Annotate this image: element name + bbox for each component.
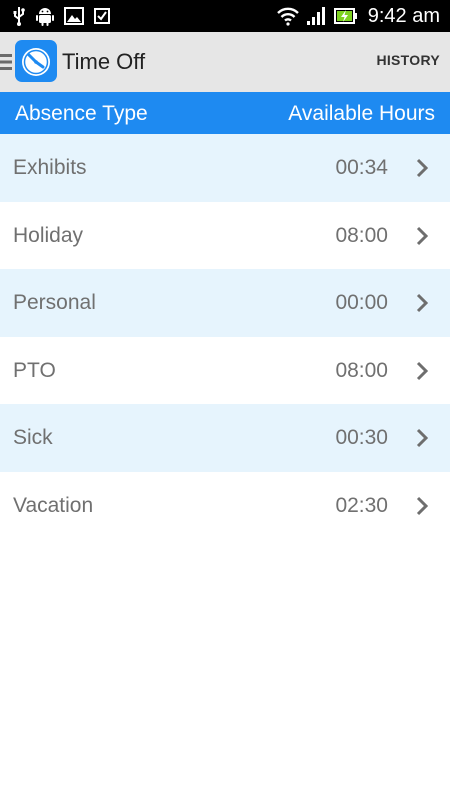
action-bar: Time Off HISTORY: [0, 32, 450, 92]
wifi-icon: [276, 7, 299, 26]
list-item[interactable]: Vacation 02:30: [0, 471, 450, 539]
image-icon: [64, 7, 84, 25]
usb-icon: [13, 7, 25, 26]
available-hours-value: 08:00: [335, 223, 388, 247]
absence-type-name: Vacation: [13, 493, 94, 517]
list-item[interactable]: Personal 00:00: [0, 269, 450, 337]
available-hours-value: 00:30: [335, 426, 388, 449]
list-item[interactable]: PTO 08:00: [0, 336, 450, 404]
system-icons: 9:42 am: [276, 4, 440, 28]
chevron-right-icon: [416, 158, 428, 178]
chevron-right-icon: [416, 226, 428, 245]
available-hours-value: 00:00: [335, 291, 388, 314]
android-icon: [36, 8, 54, 26]
list-item[interactable]: Sick 00:30: [0, 404, 450, 472]
absence-type-name: Holiday: [13, 223, 84, 247]
drawer-icon[interactable]: [0, 53, 12, 71]
available-hours-value: 02:30: [335, 493, 388, 517]
table-header: Absence Type Available Hours: [0, 92, 450, 134]
signal-icon: [306, 7, 325, 25]
clock-time: 9:42 am: [367, 4, 440, 27]
clock-logo-icon[interactable]: [15, 40, 57, 82]
absence-type-name: Exhibits: [13, 156, 87, 179]
column-header-absence-type: Absence Type: [15, 102, 148, 125]
column-header-available-hours: Available Hours: [288, 102, 435, 125]
absence-type-name: Sick: [13, 426, 53, 449]
absence-type-name: PTO: [13, 358, 56, 382]
list-item[interactable]: Exhibits 00:34: [0, 134, 450, 202]
available-hours-value: 08:00: [335, 358, 388, 382]
battery-icon: [333, 8, 357, 24]
available-hours-value: 00:34: [335, 156, 388, 179]
chevron-right-icon: [416, 293, 428, 313]
page-title: Time Off: [62, 49, 146, 74]
history-button[interactable]: HISTORY: [376, 52, 440, 68]
notification-icons: [12, 6, 110, 26]
chevron-right-icon: [416, 428, 428, 448]
status-bar: 9:42 am: [0, 0, 450, 32]
chevron-right-icon: [416, 496, 428, 515]
absence-type-name: Personal: [13, 291, 96, 314]
list-item[interactable]: Holiday 08:00: [0, 201, 450, 269]
checkbox-icon: [94, 8, 110, 24]
absence-list: Exhibits 00:34 Holiday 08:00 Personal 00…: [0, 134, 450, 539]
chevron-right-icon: [416, 361, 428, 380]
